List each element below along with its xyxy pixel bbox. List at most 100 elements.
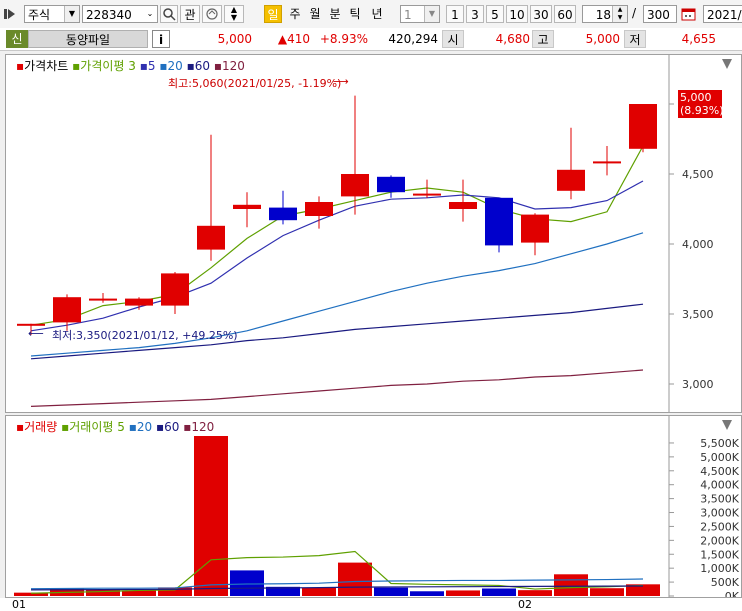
toolbar: 주식 ▼ 228340 ⌄ 관 ▲ ▼ 일 주 월 분 틱 년 1 ▼ 1 3 5…	[0, 0, 742, 29]
y-tick-label: 3,500K	[700, 493, 739, 506]
interval-1-button[interactable]: 1	[446, 5, 464, 23]
low-annotation-arrow: ⟵	[28, 327, 44, 340]
price-change-pct: +8.93%	[319, 32, 368, 46]
volume-bar	[374, 587, 408, 596]
y-tick-label: 5,000K	[700, 451, 739, 464]
candle-body	[305, 202, 333, 216]
period-week-button[interactable]: 주	[286, 5, 304, 23]
ma-line-3	[30, 145, 644, 326]
high-annotation: 최고:5,060(2021/01/25, -1.19%)	[168, 77, 342, 90]
interval-select[interactable]: 1 ▼	[400, 5, 440, 23]
volume-bar	[446, 590, 480, 596]
candle-body	[53, 297, 81, 323]
candle-body	[485, 197, 513, 246]
volume-chart-panel[interactable]: ▪거래량 ▪거래이평 5 ▪20 ▪60 ▪120 5,500K 5,000K 4,…	[5, 415, 742, 598]
interval-5-button[interactable]: 5	[486, 5, 504, 23]
high-label: 고	[532, 30, 554, 48]
market-type-select[interactable]: 주식 ▼	[24, 5, 80, 23]
ma-line-120	[30, 369, 644, 407]
volume-chart-svg: 5,500K5,000K4,500K4,000K3,500K3,000K2,50…	[14, 416, 740, 597]
date-value: 2021/0	[707, 8, 742, 22]
candle-body	[17, 323, 45, 326]
period-tick-button[interactable]: 틱	[346, 5, 364, 23]
candle-body	[413, 193, 441, 196]
y-tick-label: 4,500	[682, 168, 714, 181]
y-tick-label: 0K	[725, 590, 740, 597]
quote-bar: 신 동양파일 i 5,000 ▲410 +8.93% 420,294 시 4,6…	[0, 28, 742, 51]
interval-30-button[interactable]: 30	[530, 5, 552, 23]
count-value: 18	[595, 8, 611, 22]
watchlist-button[interactable]: 관	[180, 5, 200, 23]
candle-body	[233, 204, 261, 209]
candle-body	[521, 214, 549, 243]
volume-bar	[590, 588, 624, 596]
high-value: 5,000	[585, 32, 620, 46]
period-year-button[interactable]: 년	[368, 5, 386, 23]
volume-bar	[482, 588, 516, 596]
ma-line-5	[30, 180, 644, 332]
y-tick-label: 3,500	[682, 308, 714, 321]
chevron-down-icon: ⌄	[143, 6, 157, 22]
link-button[interactable]	[202, 5, 222, 23]
info-button[interactable]: i	[152, 30, 170, 48]
calendar-icon[interactable]	[681, 6, 697, 22]
low-value: 4,655	[681, 32, 716, 46]
total-count-input[interactable]: 300	[643, 5, 677, 23]
candle-body	[593, 161, 621, 164]
stock-code-input[interactable]: 228340 ⌄	[82, 5, 158, 23]
open-value: 4,680	[495, 32, 530, 46]
search-button[interactable]	[160, 5, 178, 23]
y-tick-label: 3,000K	[700, 507, 739, 520]
stock-name[interactable]: 동양파일	[28, 30, 148, 48]
y-tick-label: 500K	[711, 576, 740, 589]
period-month-button[interactable]: 월	[306, 5, 324, 23]
volume-bar	[230, 570, 264, 596]
price-chart-panel[interactable]: ▪가격차트 ▪가격이평 3 ▪5 ▪20 ▪60 ▪120 5,0004,500…	[5, 54, 742, 413]
x-axis-label: 01	[12, 598, 26, 611]
open-label: 시	[442, 30, 464, 48]
y-tick-label: 5,500K	[700, 437, 739, 450]
interval-3-button[interactable]: 3	[466, 5, 484, 23]
y-tick-label: 2,000K	[700, 534, 739, 547]
price-chart-svg: 5,000 4,500 4,000 3,500 3,000	[17, 55, 714, 412]
x-axis-label: 02	[518, 598, 532, 611]
y-tick-label: 4,000K	[700, 479, 739, 492]
candle-body	[341, 174, 369, 197]
interval-60-button[interactable]: 60	[554, 5, 576, 23]
candle-body	[629, 104, 657, 149]
volume-bar	[554, 574, 588, 596]
period-minute-button[interactable]: 분	[326, 5, 344, 23]
period-day-button[interactable]: 일	[264, 5, 282, 23]
date-input[interactable]: 2021/0	[703, 5, 742, 23]
last-price-tag: 5,000 (8.93%)	[678, 90, 724, 118]
y-tick-label: 4,500K	[700, 465, 739, 478]
panel-toggle-icon[interactable]	[4, 8, 16, 20]
volume-bar	[518, 590, 552, 596]
candle-body	[449, 202, 477, 209]
volume-bar	[410, 591, 444, 596]
current-price: 5,000	[217, 32, 252, 46]
low-label: 저	[624, 30, 646, 48]
low-annotation: 최저:3,350(2021/01/12, +49.25%)	[52, 329, 238, 342]
price-change: ▲410	[277, 32, 310, 46]
x-axis: 01 02	[0, 598, 742, 611]
spinner-icon: ▲ ▼	[612, 6, 627, 22]
candle-body	[197, 225, 225, 250]
up-down-spinner[interactable]: ▲ ▼	[224, 5, 244, 23]
count-separator: /	[632, 6, 637, 20]
candle-body	[269, 207, 297, 221]
y-tick-label: 1,500K	[700, 548, 739, 561]
volume-bar	[338, 562, 372, 596]
interval-10-button[interactable]: 10	[506, 5, 528, 23]
count-stepper[interactable]: 18 ▲ ▼	[582, 5, 628, 23]
candle-body	[89, 298, 117, 301]
y-tick-label: 2,500K	[700, 520, 739, 533]
total-count-value: 300	[647, 8, 670, 22]
y-tick-label: 4,000	[682, 238, 714, 251]
last-price-tag-value: 5,000	[680, 91, 712, 104]
candle-body	[377, 176, 405, 193]
volume-bar	[194, 436, 228, 596]
last-price-tag-pct: (8.93%)	[680, 104, 724, 117]
chevron-down-icon: ▼	[424, 6, 439, 22]
stock-code-value: 228340	[86, 8, 132, 22]
